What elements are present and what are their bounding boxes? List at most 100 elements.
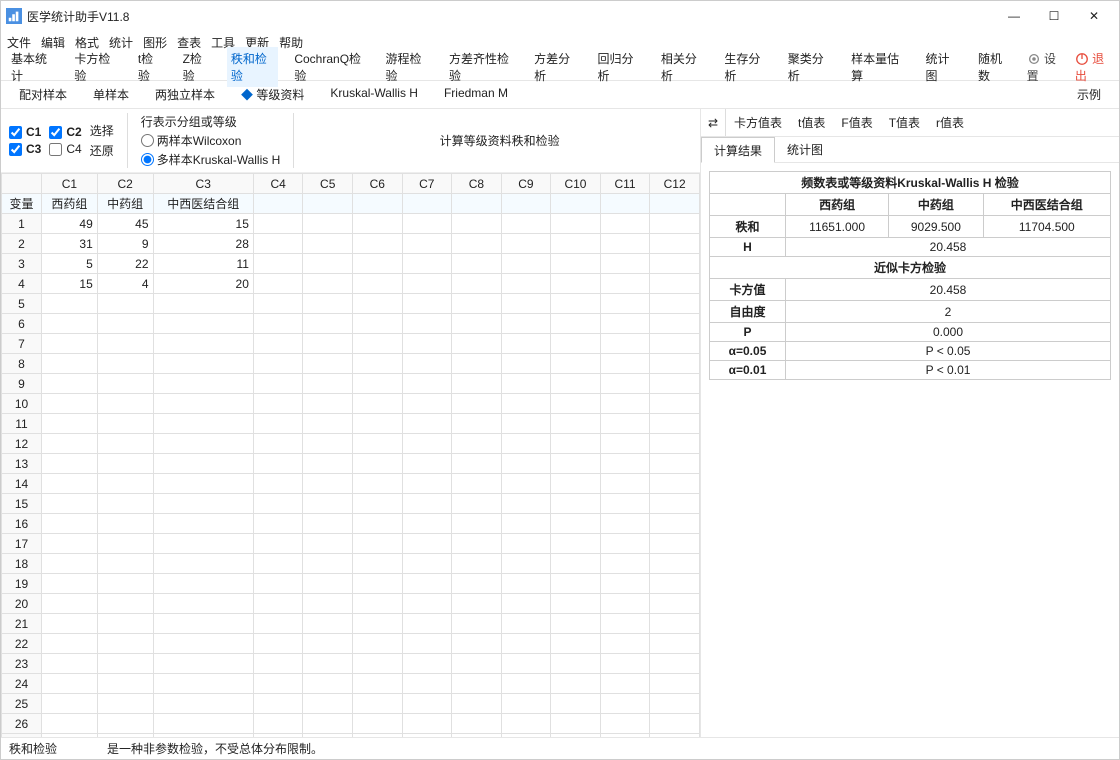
data-cell[interactable] <box>600 254 650 274</box>
data-cell[interactable] <box>303 534 353 554</box>
data-cell[interactable] <box>153 634 253 654</box>
data-cell[interactable] <box>353 694 403 714</box>
data-cell[interactable] <box>353 614 403 634</box>
data-cell[interactable] <box>303 494 353 514</box>
data-cell[interactable] <box>452 274 502 294</box>
maximize-button[interactable]: ☐ <box>1034 1 1074 31</box>
data-cell[interactable] <box>153 714 253 734</box>
data-cell[interactable] <box>600 334 650 354</box>
data-cell[interactable] <box>42 574 98 594</box>
data-cell[interactable] <box>42 434 98 454</box>
data-cell[interactable] <box>253 234 303 254</box>
data-cell[interactable] <box>97 374 153 394</box>
data-cell[interactable] <box>551 714 601 734</box>
data-cell[interactable] <box>153 434 253 454</box>
data-cell[interactable] <box>650 634 700 654</box>
sub-tab[interactable]: 配对样本 <box>19 86 67 103</box>
data-cell[interactable] <box>402 414 452 434</box>
var-cell[interactable] <box>402 194 452 214</box>
data-cell[interactable] <box>42 594 98 614</box>
data-cell[interactable] <box>153 494 253 514</box>
data-cell[interactable]: 5 <box>42 254 98 274</box>
data-cell[interactable] <box>402 234 452 254</box>
data-cell[interactable] <box>452 254 502 274</box>
data-cell[interactable] <box>153 294 253 314</box>
data-cell[interactable] <box>551 454 601 474</box>
data-cell[interactable] <box>303 634 353 654</box>
data-cell[interactable] <box>353 574 403 594</box>
data-cell[interactable] <box>97 694 153 714</box>
data-cell[interactable] <box>452 554 502 574</box>
data-cell[interactable] <box>353 234 403 254</box>
data-cell[interactable] <box>303 234 353 254</box>
wilcoxon-radio[interactable] <box>141 134 154 147</box>
data-cell[interactable] <box>253 314 303 334</box>
data-cell[interactable] <box>97 734 153 738</box>
data-cell[interactable] <box>353 634 403 654</box>
data-cell[interactable] <box>97 434 153 454</box>
data-cell[interactable] <box>551 614 601 634</box>
data-cell[interactable] <box>551 514 601 534</box>
col-header[interactable]: C7 <box>402 174 452 194</box>
data-cell[interactable] <box>353 594 403 614</box>
data-cell[interactable] <box>353 274 403 294</box>
data-cell[interactable] <box>353 314 403 334</box>
data-cell[interactable] <box>600 474 650 494</box>
data-cell[interactable] <box>452 634 502 654</box>
data-cell[interactable] <box>551 474 601 494</box>
data-cell[interactable] <box>551 674 601 694</box>
data-cell[interactable] <box>42 654 98 674</box>
data-cell[interactable] <box>600 394 650 414</box>
data-cell[interactable] <box>42 494 98 514</box>
data-cell[interactable] <box>353 254 403 274</box>
data-cell[interactable] <box>501 414 551 434</box>
data-cell[interactable] <box>402 314 452 334</box>
data-cell[interactable] <box>153 414 253 434</box>
data-cell[interactable] <box>600 274 650 294</box>
data-cell[interactable] <box>253 694 303 714</box>
data-cell[interactable] <box>303 374 353 394</box>
data-cell[interactable] <box>153 654 253 674</box>
data-cell[interactable] <box>253 614 303 634</box>
data-cell[interactable] <box>600 354 650 374</box>
data-cell[interactable] <box>42 514 98 534</box>
data-cell[interactable] <box>153 694 253 714</box>
data-cell[interactable] <box>97 394 153 414</box>
data-cell[interactable] <box>402 274 452 294</box>
data-cell[interactable] <box>253 554 303 574</box>
data-cell[interactable] <box>353 514 403 534</box>
data-cell[interactable] <box>353 294 403 314</box>
data-cell[interactable] <box>600 414 650 434</box>
data-cell[interactable] <box>600 634 650 654</box>
data-cell[interactable] <box>452 714 502 734</box>
col-header[interactable]: C9 <box>501 174 551 194</box>
lookup-table-link[interactable]: 卡方值表 <box>734 114 782 131</box>
data-cell[interactable] <box>452 654 502 674</box>
data-cell[interactable] <box>97 314 153 334</box>
swap-icon[interactable]: ⇄ <box>701 116 725 130</box>
data-cell[interactable] <box>501 214 551 234</box>
var-cell[interactable] <box>551 194 601 214</box>
data-cell[interactable] <box>650 514 700 534</box>
col-header[interactable]: C10 <box>551 174 601 194</box>
data-cell[interactable] <box>600 294 650 314</box>
data-cell[interactable] <box>600 594 650 614</box>
data-cell[interactable] <box>551 434 601 454</box>
data-cell[interactable] <box>42 394 98 414</box>
data-cell[interactable] <box>353 214 403 234</box>
result-tab[interactable]: 计算结果 <box>701 137 775 163</box>
data-cell[interactable] <box>600 694 650 714</box>
data-cell[interactable] <box>97 534 153 554</box>
c4-checkbox[interactable] <box>49 143 62 156</box>
data-cell[interactable] <box>650 294 700 314</box>
var-cell[interactable] <box>600 194 650 214</box>
data-cell[interactable] <box>253 454 303 474</box>
data-cell[interactable] <box>650 454 700 474</box>
c2-checkbox[interactable] <box>49 126 62 139</box>
data-cell[interactable] <box>452 314 502 334</box>
data-cell[interactable] <box>97 454 153 474</box>
result-tab[interactable]: 统计图 <box>775 137 835 162</box>
data-cell[interactable] <box>253 434 303 454</box>
data-cell[interactable] <box>253 634 303 654</box>
data-cell[interactable] <box>650 214 700 234</box>
